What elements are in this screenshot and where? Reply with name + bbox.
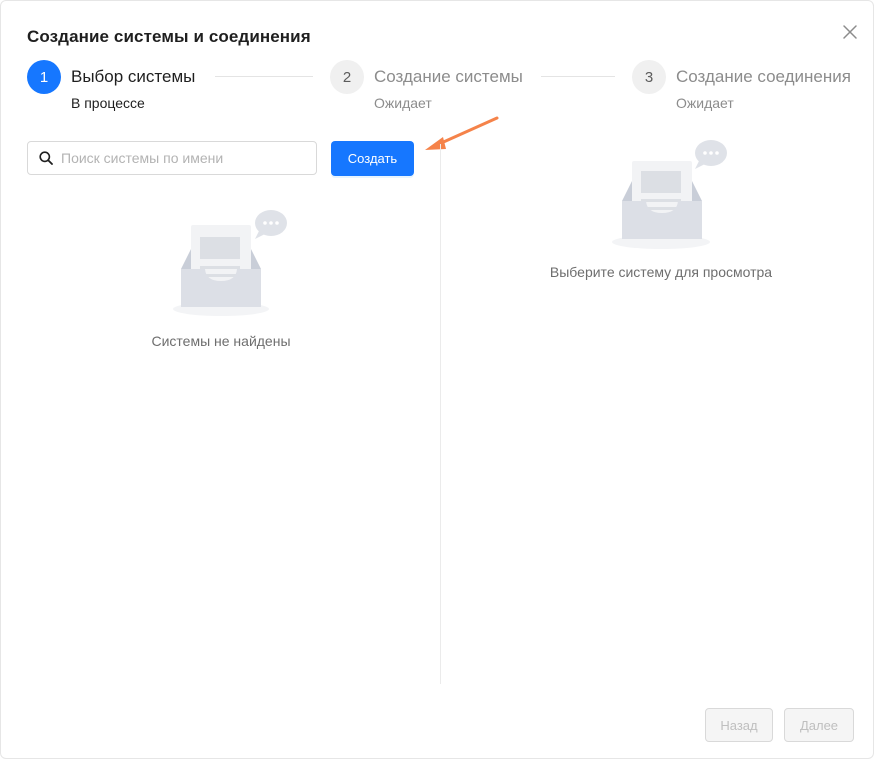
step-3: 3 Создание соединения Ожидает bbox=[632, 60, 851, 111]
step-1: 1 Выбор системы В процессе bbox=[27, 60, 195, 111]
right-empty-text: Выберите систему для просмотра bbox=[549, 264, 773, 280]
step-1-number: 1 bbox=[27, 60, 61, 94]
next-button[interactable]: Далее bbox=[784, 708, 854, 742]
left-empty-text: Системы не найдены bbox=[151, 333, 291, 349]
step-2: 2 Создание системы Ожидает bbox=[330, 60, 523, 111]
back-button[interactable]: Назад bbox=[705, 708, 773, 742]
search-icon bbox=[39, 151, 53, 165]
panel-divider bbox=[440, 144, 441, 684]
step-2-title: Создание системы bbox=[374, 67, 523, 86]
step-1-status: В процессе bbox=[71, 95, 145, 111]
step-2-number: 2 bbox=[330, 60, 364, 94]
search-input[interactable] bbox=[59, 149, 303, 167]
step-3-title: Создание соединения bbox=[676, 67, 851, 86]
step-3-number: 3 bbox=[632, 60, 666, 94]
annotation-arrow-icon bbox=[425, 116, 499, 150]
empty-inbox-icon bbox=[173, 210, 287, 316]
step-connector-1 bbox=[215, 76, 313, 77]
modal-title: Создание системы и соединения bbox=[27, 27, 311, 46]
create-system-modal: Создание системы и соединения 1 Выбор си… bbox=[0, 0, 874, 759]
close-button[interactable] bbox=[839, 21, 861, 43]
create-button[interactable]: Создать bbox=[331, 141, 414, 176]
step-3-status: Ожидает bbox=[676, 95, 734, 111]
step-1-title: Выбор системы bbox=[71, 67, 196, 86]
close-icon bbox=[843, 25, 857, 39]
step-2-status: Ожидает bbox=[374, 95, 432, 111]
step-connector-2 bbox=[541, 76, 615, 77]
search-field[interactable] bbox=[27, 141, 317, 175]
empty-inbox-icon bbox=[612, 140, 727, 249]
